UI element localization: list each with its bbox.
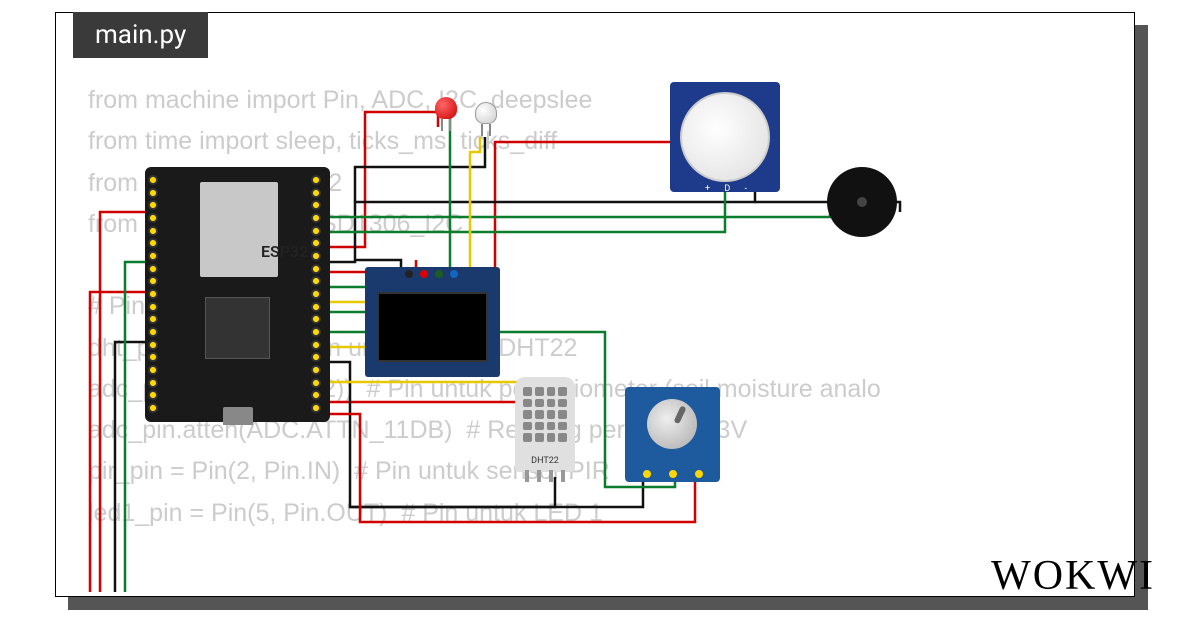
dht22-sensor[interactable]: DHT22 (515, 377, 575, 472)
esp32-board[interactable]: ESP32 (145, 167, 330, 422)
oled-pin-vcc (420, 270, 428, 278)
led-red[interactable] (435, 97, 457, 127)
pin-header-right (311, 175, 327, 413)
pin-header-left (148, 175, 164, 413)
pot-knob-icon[interactable] (647, 399, 697, 449)
pot-pin-header (643, 470, 703, 478)
buzzer-hole-icon (857, 197, 867, 207)
pir-sensor[interactable]: + D - (670, 82, 780, 192)
dht22-vent-icon (523, 387, 567, 442)
esp32-chip (205, 297, 270, 359)
potentiometer-module[interactable] (625, 387, 720, 482)
esp32-rf-shield: ESP32 (200, 182, 278, 277)
oled-pin-gnd (405, 270, 413, 278)
circuit-diagram: ESP32 + D - DHT22 (55, 12, 1135, 597)
pir-pin-labels: + D - (705, 184, 753, 194)
oled-screen (377, 292, 488, 362)
filename-tab: main.py (73, 12, 208, 58)
oled-display[interactable] (365, 267, 500, 377)
esp32-label: ESP32 (261, 242, 308, 261)
oled-pin-scl (435, 270, 443, 278)
buzzer[interactable] (827, 167, 897, 237)
oled-pin-header (405, 270, 458, 278)
oled-pin-sda (450, 270, 458, 278)
pir-dome-icon (680, 92, 770, 182)
usb-port-icon (223, 407, 253, 425)
wokwi-logo: WOKWI (991, 552, 1155, 600)
dht22-label: DHT22 (515, 456, 575, 466)
led-bulb-icon (475, 102, 497, 124)
led-bulb-icon (435, 97, 457, 119)
led-white[interactable] (475, 102, 497, 132)
